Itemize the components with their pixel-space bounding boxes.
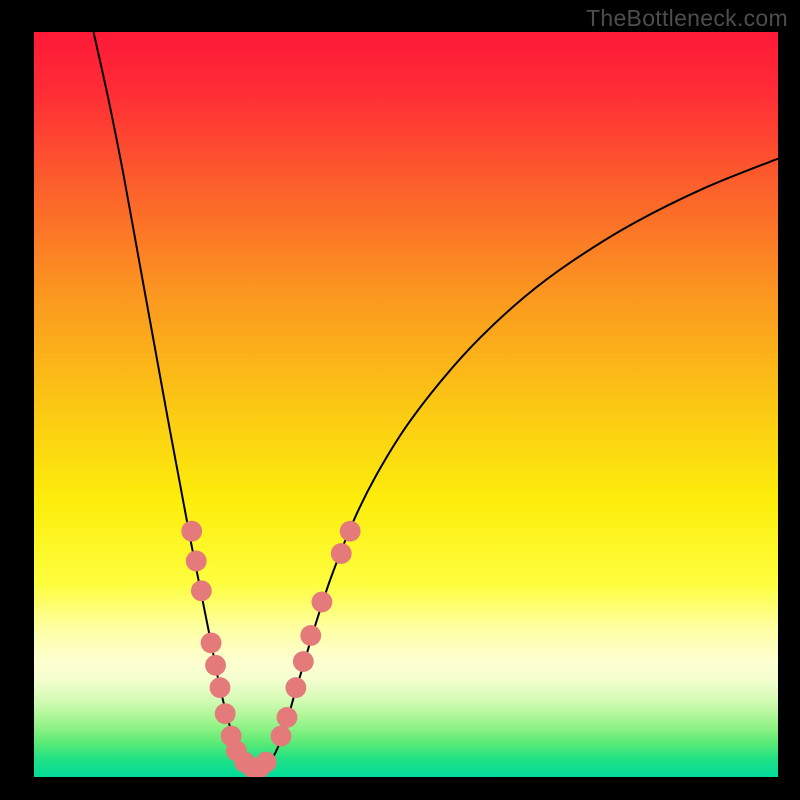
highlight-dot <box>293 651 314 672</box>
highlight-dot <box>340 521 361 542</box>
highlight-dot <box>181 521 202 542</box>
highlight-dot <box>285 677 306 698</box>
watermark-text: TheBottleneck.com <box>586 5 788 32</box>
highlight-dot <box>191 580 212 601</box>
highlight-dots-group <box>181 521 360 777</box>
highlight-dot <box>312 591 333 612</box>
highlight-dot <box>277 707 298 728</box>
highlight-dot <box>210 677 231 698</box>
highlight-dot <box>201 632 222 653</box>
highlight-dot <box>331 543 352 564</box>
highlight-dot <box>271 726 292 747</box>
bottleneck-curve <box>94 32 778 770</box>
highlight-dot <box>300 625 321 646</box>
plot-area <box>34 32 778 777</box>
highlight-dot <box>205 655 226 676</box>
curve-layer <box>34 32 778 777</box>
highlight-dot <box>256 752 277 773</box>
highlight-dot <box>215 703 236 724</box>
chart-stage: TheBottleneck.com <box>0 0 800 800</box>
highlight-dot <box>186 551 207 572</box>
